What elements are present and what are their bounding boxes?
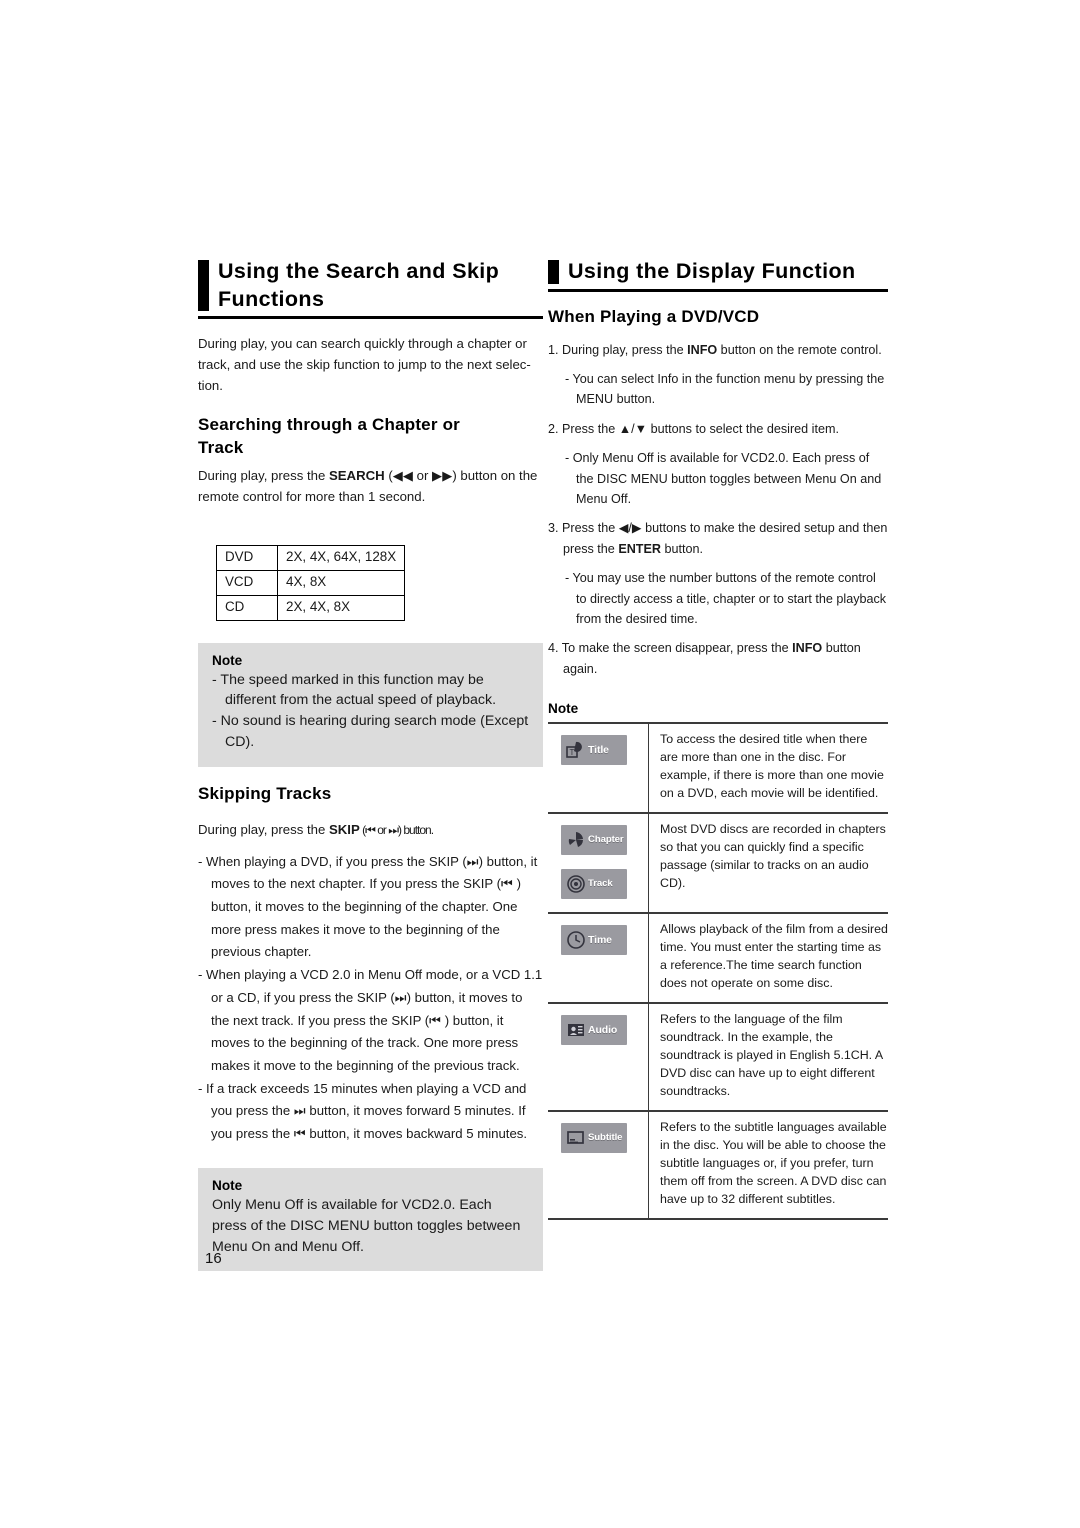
skip-bullet: - When playing a VCD 2.0 in Menu Off mod… [198, 967, 543, 1073]
icon-cell-audio: Audio [548, 1002, 649, 1111]
note-title: Note [212, 652, 243, 668]
display-icon-table: T Title To access the desired title when… [548, 722, 888, 1220]
badge-label: Title [588, 743, 609, 756]
table-row: Subtitle Refers to the subtitle language… [548, 1110, 888, 1219]
heading-accent-bar [198, 260, 209, 312]
speed-disc-cd: CD [216, 594, 278, 621]
speed-values-cd: 2X, 4X, 8X [276, 594, 406, 621]
audio-icon [565, 1019, 587, 1041]
table-row: Chapter Track Most DVD discs are recorde… [548, 813, 888, 914]
note-label: Note [548, 701, 579, 717]
speed-disc-dvd: DVD [216, 545, 278, 572]
note-text: Only Menu Off is available for VCD2.0. E… [212, 1196, 521, 1255]
table-row: VCD 4X, 8X [216, 570, 406, 596]
track-badge: Track [561, 869, 627, 900]
speed-values-vcd: 4X, 8X [276, 570, 406, 596]
section-heading-display: Using the Display Function [548, 258, 888, 292]
title-badge: T Title [561, 735, 627, 766]
badge-label: Track [588, 878, 613, 890]
table-row: T Title To access the desired title when… [548, 723, 888, 814]
icon-cell-subtitle: Subtitle [548, 1110, 649, 1219]
substep-after-1: - You can select Info in the function me… [565, 372, 885, 407]
subtitle-icon [565, 1127, 587, 1149]
speed-values-dvd: 2X, 4X, 64X, 128X [276, 545, 406, 572]
substep-after-2: - Only Menu Off is available for VCD2.0.… [565, 451, 882, 506]
badge-label: Time [588, 933, 612, 946]
note-item: - No sound is hearing during search mode… [212, 713, 529, 751]
speed-disc-vcd: VCD [216, 570, 278, 596]
table-row: CD 2X, 4X, 8X [216, 594, 406, 621]
heading-accent-bar [548, 260, 559, 284]
svg-text:T: T [570, 748, 575, 757]
step-3: 3. Press the ◀/▶ buttons to make the des… [548, 521, 888, 556]
step-1: 1. During play, press the INFO button on… [548, 342, 882, 357]
search-instruction: During play, press the SEARCH (◀◀ or ▶▶)… [198, 467, 538, 504]
chapter-icon [565, 829, 587, 851]
step-2: 2. Press the ▲/▼ buttons to select the d… [548, 421, 839, 436]
chapter-badge: Chapter [561, 825, 627, 856]
clock-icon [565, 929, 587, 951]
subheading-searching: Searching through a Chapter or Track [198, 415, 460, 457]
icon-description-chapter: Most DVD discs are recorded in chapters … [660, 822, 886, 890]
note-title: Note [212, 1177, 243, 1193]
skip-bullet: - If a track exceeds 15 minutes when pla… [198, 1080, 528, 1142]
subheading-when-playing: When Playing a DVD/VCD [548, 306, 760, 326]
display-section-title: Using the Display Function [568, 259, 856, 283]
subtitle-badge: Subtitle [561, 1122, 627, 1153]
time-badge: Time [561, 925, 627, 956]
page-number: 16 [205, 1250, 222, 1267]
audio-badge: Audio [561, 1014, 627, 1045]
table-row: Time Allows playback of the film from a … [548, 913, 888, 1003]
step-4: 4. To make the screen disappear, press t… [548, 641, 861, 676]
badge-label: Chapter [588, 834, 624, 846]
icon-cell-time: Time [548, 913, 649, 1003]
page-title: Using the Search and Skip Functions [218, 259, 500, 311]
note-box-skip: Note Only Menu Off is available for VCD2… [198, 1167, 543, 1272]
section-heading-search: Using the Search and Skip Functions [198, 258, 543, 320]
intro-paragraph: During play, you can search quickly thro… [198, 336, 531, 394]
track-icon [565, 873, 587, 895]
skip-bullet: - When playing a DVD, if you press the S… [198, 853, 538, 960]
title-icon: T [565, 739, 587, 761]
icon-description-subtitle: Refers to the subtitle languages availab… [660, 1119, 887, 1206]
note-box-search: Note - The speed marked in this function… [198, 642, 543, 768]
table-row: DVD 2X, 4X, 64X, 128X [216, 545, 406, 572]
icon-cell-title: T Title [548, 723, 649, 814]
icon-description-time: Allows playback of the film from a desir… [660, 922, 888, 990]
search-speed-table: DVD 2X, 4X, 64X, 128X VCD 4X, 8X CD 2X, … [216, 545, 406, 621]
icon-description-audio: Refers to the language of the film sound… [660, 1011, 883, 1098]
right-column: Using the Display Function When Playing … [548, 258, 888, 1220]
note-item: - The speed marked in this function may … [212, 671, 497, 709]
substep-after-3: - You may use the number buttons of the … [565, 571, 887, 626]
subheading-skipping-tracks: Skipping Tracks [198, 784, 332, 804]
table-row: Audio Refers to the language of the film… [548, 1002, 888, 1111]
badge-label: Audio [588, 1023, 618, 1036]
badge-label: Subtitle [588, 1132, 623, 1144]
manual-page: Using the Search and Skip Functions Durin… [0, 0, 1080, 1528]
icon-description-title: To access the desired title when there a… [660, 732, 884, 801]
icon-cell-chapter-track: Chapter Track [548, 813, 649, 914]
skip-instruction: During play, press the SKIP (⏮ or ⏭) but… [198, 822, 434, 838]
left-column: Using the Search and Skip Functions Durin… [198, 258, 543, 1272]
